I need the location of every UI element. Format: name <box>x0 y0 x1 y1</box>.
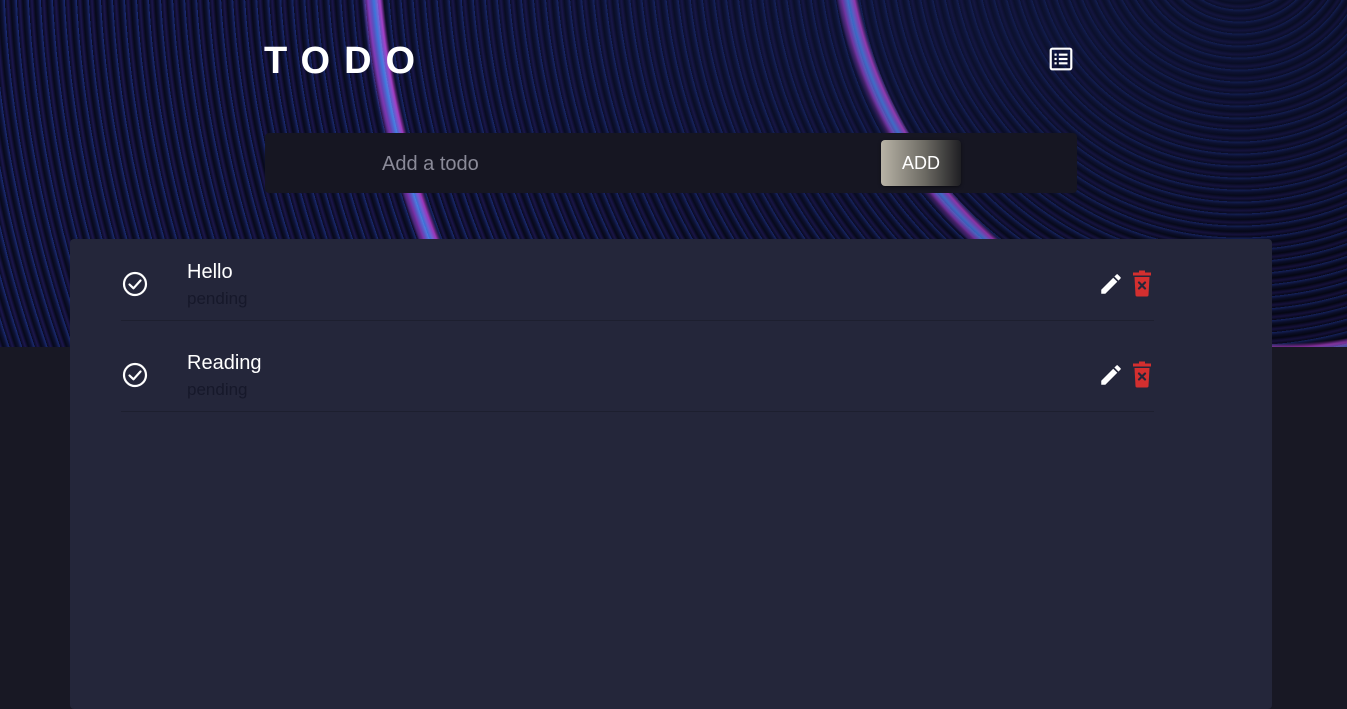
trash-icon[interactable] <box>1130 270 1154 297</box>
todo-item: Hello pending <box>121 239 1154 321</box>
add-todo-input[interactable] <box>380 151 864 177</box>
app-title: TODO <box>264 40 430 82</box>
pencil-icon[interactable] <box>1098 362 1124 388</box>
pencil-icon[interactable] <box>1098 271 1124 297</box>
todo-status: pending <box>187 380 248 399</box>
check-circle-icon[interactable] <box>121 270 149 298</box>
todo-list-panel: Hello pending Reading pending <box>70 239 1272 709</box>
check-circle-icon[interactable] <box>121 361 149 389</box>
trash-icon[interactable] <box>1130 361 1154 388</box>
add-todo-form: ADD <box>265 133 1077 193</box>
todo-status: pending <box>187 289 248 308</box>
todo-title: Hello <box>187 261 233 283</box>
list-icon[interactable] <box>1048 46 1074 72</box>
todo-title: Reading <box>187 352 262 374</box>
todo-item: Reading pending <box>121 330 1154 412</box>
add-button[interactable]: ADD <box>881 140 961 186</box>
